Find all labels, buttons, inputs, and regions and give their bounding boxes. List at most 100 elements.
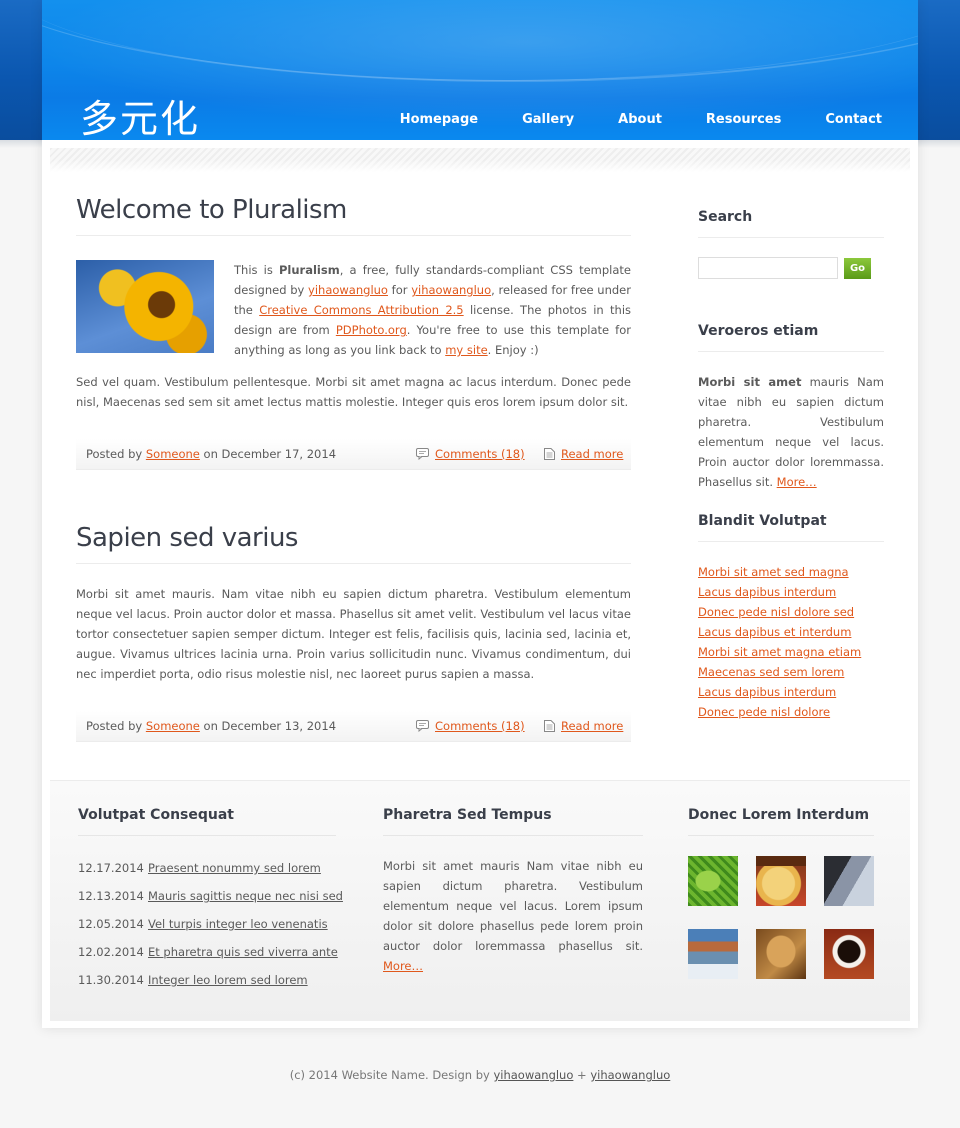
post-title[interactable]: Sapien sed varius (76, 523, 631, 564)
nav-homepage[interactable]: Homepage (400, 112, 478, 127)
sidebar-link[interactable]: Morbi sit amet sed magna (698, 565, 849, 579)
cheese-thumbnail[interactable] (756, 856, 806, 906)
list-item: Lacus dapibus et interdum (698, 622, 884, 642)
document-icon (544, 448, 555, 460)
site-logo[interactable]: 多元化 (80, 88, 200, 140)
list-item: 12.02.2014 Et pharetra quis sed viverra a… (78, 938, 338, 966)
comment-icon (416, 448, 429, 461)
list-item: Maecenas sed sem lorem (698, 662, 884, 682)
sidebar-veroeros: Veroeros etiam Morbi sit amet mauris Nam… (698, 323, 884, 492)
sidebar-link[interactable]: Morbi sit amet magna etiam (698, 645, 861, 659)
news-date: 12.02.2014 (78, 945, 144, 959)
sidebar-blandit: Blandit Volutpat Morbi sit amet sed magn… (698, 513, 884, 722)
header-swoosh (42, 0, 918, 81)
news-date: 12.17.2014 (78, 861, 144, 875)
news-link[interactable]: Vel turpis integer leo venenatis (148, 917, 328, 931)
news-link[interactable]: Praesent nonummy sed lorem (148, 861, 321, 875)
footer-text: Morbi sit amet mauris Nam vitae nibh eu … (383, 859, 643, 973)
list-item: Morbi sit amet sed magna (698, 562, 884, 582)
post-meta: Posted by Someone on December 13, 2014 C… (76, 711, 631, 742)
comments-item: Comments (18) (416, 719, 525, 733)
post-byline: Posted by Someone on December 13, 2014 (86, 719, 337, 733)
news-link[interactable]: Integer leo lorem sed lorem (148, 973, 308, 987)
sidebar-search: Search (698, 209, 884, 238)
post-title[interactable]: Welcome to Pluralism (76, 195, 631, 236)
list-item: Lacus dapibus interdum (698, 582, 884, 602)
sunflower-image (76, 260, 214, 353)
post-body: Morbi sit amet mauris. Nam vitae nibh eu… (76, 587, 631, 681)
sidebar-heading: Blandit Volutpat (698, 513, 884, 542)
footer-col-gallery: Donec Lorem Interdum (688, 807, 874, 986)
my-site-link[interactable]: my site (445, 343, 487, 357)
news-link[interactable]: Et pharetra quis sed viverra ante (148, 945, 338, 959)
post: Sapien sed varius Morbi sit amet mauris.… (76, 523, 631, 742)
post: Welcome to Pluralism This is Pluralism, … (76, 195, 631, 470)
list-item: Donec pede nisl dolore (698, 702, 884, 722)
list-item: Morbi sit amet magna etiam (698, 642, 884, 662)
sidebar-link[interactable]: Donec pede nisl dolore sed (698, 605, 854, 619)
nav-gallery[interactable]: Gallery (522, 112, 574, 127)
sidebar-text: Morbi sit amet mauris Nam vitae nibh eu … (698, 375, 884, 489)
header-stripe (50, 148, 910, 172)
document-icon (544, 720, 555, 732)
author-link[interactable]: Someone (146, 447, 200, 461)
cliff-thumbnail[interactable] (824, 856, 874, 906)
thumbnail-grid (688, 856, 878, 986)
nav-about[interactable]: About (618, 112, 662, 127)
nav-contact[interactable]: Contact (825, 112, 882, 127)
sidebar-link-list: Morbi sit amet sed magna Lacus dapibus i… (698, 562, 884, 722)
author-link[interactable]: Someone (146, 719, 200, 733)
leaf-thumbnail[interactable] (688, 856, 738, 906)
sidebar-heading: Search (698, 209, 884, 238)
sidebar-heading: Veroeros etiam (698, 323, 884, 352)
nav-resources[interactable]: Resources (706, 112, 781, 127)
list-item: 12.05.2014 Vel turpis integer leo venenat… (78, 910, 336, 938)
read-more-item: Read more (544, 447, 623, 461)
sidebar-link[interactable]: Lacus dapibus et interdum (698, 625, 851, 639)
header: 多元化 Homepage Gallery About Resources Con… (42, 0, 918, 140)
post-intro: This is Pluralism, a free, fully standar… (76, 260, 631, 360)
search-go-button[interactable]: Go (844, 258, 871, 279)
designer-link[interactable]: yihaowangluo (308, 283, 388, 297)
client-link[interactable]: yihaowangluo (590, 1068, 670, 1082)
copyright: (c) 2014 Website Name. Design by yihaowa… (289, 1068, 671, 1082)
license-link[interactable]: Creative Commons Attribution 2.5 (259, 303, 463, 317)
sidebar-link[interactable]: Lacus dapibus interdum (698, 585, 836, 599)
sidebar-link[interactable]: Lacus dapibus interdum (698, 685, 836, 699)
photo-source-link[interactable]: PDPhoto.org (336, 323, 407, 337)
news-list: 12.17.2014 Praesent nonummy sed lorem 12.… (78, 854, 343, 994)
sidebar-link[interactable]: Maecenas sed sem lorem (698, 665, 844, 679)
comments-link[interactable]: Comments (18) (435, 719, 525, 733)
footer-heading: Pharetra Sed Tempus (383, 807, 643, 836)
sidebar-link[interactable]: Donec pede nisl dolore (698, 705, 830, 719)
post-body: Sed vel quam. Vestibulum pellentesque. M… (76, 375, 631, 409)
footer-col-news: Volutpat Consequat 12.17.2014 Praesent no… (78, 807, 343, 994)
post-meta: Posted by Someone on December 17, 2014 C… (76, 439, 631, 470)
main-nav: Homepage Gallery About Resources Contact (356, 112, 882, 127)
news-date: 12.13.2014 (78, 889, 144, 903)
cat-thumbnail[interactable] (756, 929, 806, 979)
list-item: 12.13.2014 Mauris sagittis neque nec nisi… (78, 882, 343, 910)
more-link[interactable]: More… (383, 959, 423, 973)
post-byline: Posted by Someone on December 17, 2014 (86, 447, 337, 461)
more-link[interactable]: More… (777, 475, 817, 489)
search-input[interactable] (698, 257, 838, 279)
footer-col-text: Pharetra Sed Tempus Morbi sit amet mauri… (383, 807, 643, 976)
list-item: Donec pede nisl dolore sed (698, 602, 884, 622)
coffee-thumbnail[interactable] (824, 929, 874, 979)
list-item: 12.17.2014 Praesent nonummy sed lorem (78, 854, 336, 882)
client-link[interactable]: yihaowangluo (411, 283, 491, 297)
read-more-link[interactable]: Read more (561, 719, 623, 733)
read-more-item: Read more (544, 719, 623, 733)
footer-heading: Donec Lorem Interdum (688, 807, 874, 836)
footer-panel: Volutpat Consequat 12.17.2014 Praesent no… (50, 780, 910, 1021)
news-link[interactable]: Mauris sagittis neque nec nisi sed (148, 889, 343, 903)
designer-link[interactable]: yihaowangluo (493, 1068, 573, 1082)
comment-icon (416, 720, 429, 733)
comments-item: Comments (18) (416, 447, 525, 461)
comments-link[interactable]: Comments (18) (435, 447, 525, 461)
read-more-link[interactable]: Read more (561, 447, 623, 461)
footer-heading: Volutpat Consequat (78, 807, 336, 836)
coast-thumbnail[interactable] (688, 929, 738, 979)
list-item: Lacus dapibus interdum (698, 682, 884, 702)
